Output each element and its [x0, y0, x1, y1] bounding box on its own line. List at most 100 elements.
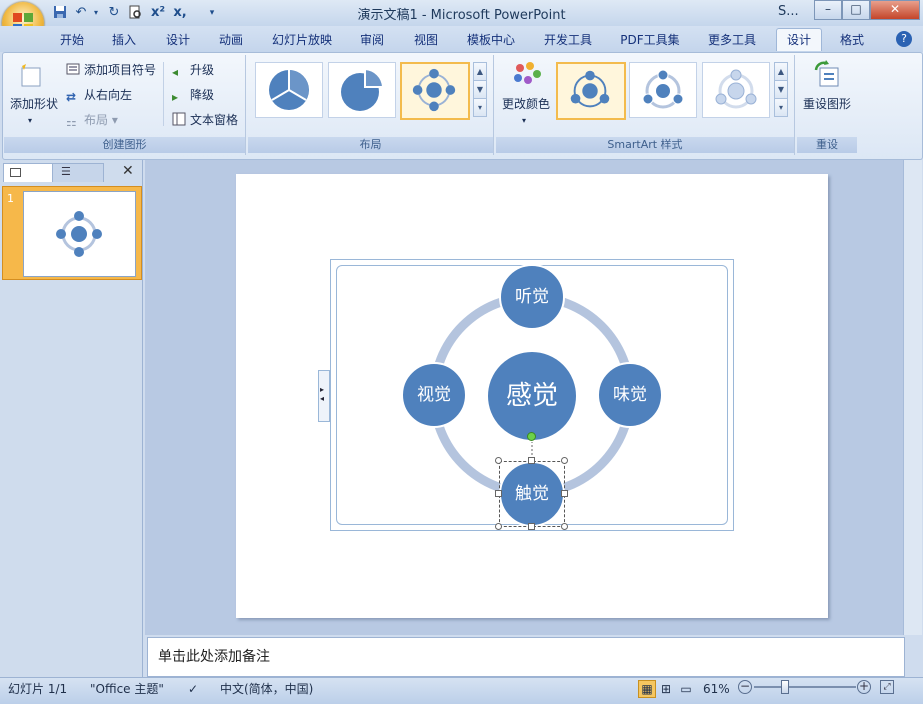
add-shape-icon[interactable] — [18, 62, 48, 92]
reset-graphic-button[interactable]: 重设图形 — [803, 94, 851, 114]
layout-button[interactable]: ⚏ 布局 ▾ — [66, 110, 118, 130]
add-bullet-label: 添加项目符号 — [84, 63, 157, 77]
layout-option-segmented-circle[interactable] — [328, 62, 396, 118]
style-gallery-more-icon[interactable]: ▾ — [774, 98, 788, 117]
redo-icon[interactable]: ↻ — [106, 5, 122, 21]
style-option-subtle[interactable] — [702, 62, 770, 118]
style-option-simple-fill[interactable] — [556, 62, 626, 120]
text-pane-toggle[interactable]: ▸ ◂ — [318, 370, 330, 422]
customize-icon[interactable]: ▾ — [204, 5, 220, 21]
layout-label: 布局 — [84, 113, 109, 127]
tab-pdf-tools[interactable]: PDF工具集 — [614, 30, 686, 50]
add-shape-dropdown-icon[interactable]: ▾ — [28, 111, 32, 131]
fit-to-window-icon[interactable]: ⤢ — [880, 680, 894, 694]
smartart-node-left[interactable]: 视觉 — [401, 362, 467, 428]
resize-handle-ne[interactable] — [561, 457, 568, 464]
tab-smartart-design[interactable]: 设计 — [776, 28, 822, 51]
promote-button[interactable]: ◂ 升级 — [172, 60, 214, 80]
style-gallery-up-icon[interactable]: ▲ — [774, 62, 788, 81]
slides-tab[interactable] — [3, 163, 53, 182]
tab-home[interactable]: 开始 — [52, 30, 92, 50]
layout-gallery-down-icon[interactable]: ▼ — [473, 80, 487, 99]
zoom-out-icon[interactable]: − — [738, 680, 752, 694]
reset-graphic-icon[interactable] — [812, 60, 844, 92]
tab-format[interactable]: 格式 — [832, 30, 872, 50]
group-separator — [163, 62, 164, 126]
slide-sorter-icon[interactable]: ⊞ — [658, 679, 674, 699]
notes-placeholder: 单击此处添加备注 — [158, 649, 270, 665]
swap-arrows-icon: ⇄ — [66, 90, 77, 104]
org-chart-icon: ⚏ — [66, 115, 77, 129]
resize-handle-se[interactable] — [561, 523, 568, 530]
tab-developer[interactable]: 开发工具 — [538, 30, 598, 50]
change-colors-icon[interactable] — [510, 60, 544, 92]
layout-group-label: 布局 — [248, 137, 493, 153]
tab-view[interactable]: 视图 — [406, 30, 446, 50]
outline-icon: ☰ — [61, 165, 71, 178]
add-shape-button[interactable]: 添加形状 — [10, 94, 58, 114]
undo-dropdown-icon[interactable]: ▾ — [88, 5, 104, 21]
zoom-slider-thumb[interactable] — [781, 680, 789, 694]
spellcheck-icon[interactable]: ✓ — [188, 679, 198, 699]
rotation-handle[interactable] — [527, 432, 536, 441]
tab-more-tools[interactable]: 更多工具 — [700, 30, 764, 50]
right-to-left-label: 从右向左 — [84, 88, 133, 102]
close-button[interactable]: ✕ — [870, 0, 920, 20]
promote-label: 升级 — [190, 63, 215, 77]
resize-handle-n[interactable] — [528, 457, 535, 464]
layout-option-cycle-pie[interactable] — [255, 62, 323, 118]
slideshow-view-icon[interactable]: ▭ — [678, 679, 694, 699]
vertical-scrollbar[interactable] — [903, 160, 922, 635]
add-bullet-button[interactable]: 添加项目符号 — [66, 60, 156, 80]
print-preview-icon[interactable] — [127, 5, 143, 21]
slide-thumbnail[interactable] — [23, 191, 136, 277]
language-status: 中文(简体，中国) — [220, 682, 314, 696]
tab-slideshow[interactable]: 幻灯片放映 — [266, 30, 338, 50]
slide-number: 1 — [7, 192, 14, 205]
resize-handle-s[interactable] — [528, 523, 535, 530]
minimize-button[interactable]: – — [814, 0, 842, 20]
slide-count-status: 幻灯片 1/1 — [8, 682, 68, 696]
promote-arrow-icon: ◂ — [172, 65, 179, 79]
style-option-white-outline[interactable] — [629, 62, 697, 118]
resize-handle-w[interactable] — [495, 490, 502, 497]
outline-tab[interactable]: ☰ — [52, 163, 104, 182]
change-colors-dropdown-icon[interactable]: ▾ — [522, 111, 526, 131]
zoom-slider-track[interactable] — [754, 686, 856, 688]
tab-review[interactable]: 审阅 — [352, 30, 392, 50]
slide-view-icon — [10, 168, 21, 177]
format-icon[interactable]: x, — [172, 5, 188, 21]
right-to-left-button[interactable]: ⇄ 从右向左 — [66, 85, 132, 105]
close-panel-icon[interactable]: ✕ — [122, 163, 134, 179]
save-icon[interactable] — [52, 5, 68, 21]
restore-button[interactable]: □ — [842, 0, 870, 20]
demote-button[interactable]: ▸ 降级 — [172, 85, 214, 105]
demote-arrow-icon: ▸ — [172, 90, 179, 104]
layout-gallery-more-icon[interactable]: ▾ — [473, 98, 487, 117]
smartart-styles-group-label: SmartArt 样式 — [496, 137, 794, 153]
zoom-in-icon[interactable]: + — [857, 680, 871, 694]
tab-insert[interactable]: 插入 — [104, 30, 144, 50]
zoom-level[interactable]: 61% — [703, 679, 730, 699]
resize-handle-sw[interactable] — [495, 523, 502, 530]
resize-handle-nw[interactable] — [495, 457, 502, 464]
text-pane-button[interactable]: 文本窗格 — [172, 110, 238, 130]
style-gallery-down-icon[interactable]: ▼ — [774, 80, 788, 99]
smartart-node-right[interactable]: 味觉 — [597, 362, 663, 428]
text-pane-icon — [172, 112, 186, 126]
cut-icon[interactable]: x² — [150, 5, 166, 21]
smartart-node-top[interactable]: 听觉 — [499, 264, 565, 330]
tab-design[interactable]: 设计 — [158, 30, 198, 50]
create-graphic-group-label: 创建图形 — [4, 137, 245, 153]
tab-animation[interactable]: 动画 — [211, 30, 251, 50]
resize-handle-e[interactable] — [561, 490, 568, 497]
normal-view-icon[interactable]: ▦ — [638, 680, 656, 698]
undo-icon[interactable]: ↶ — [73, 5, 89, 21]
theme-status: "Office 主题" — [90, 682, 164, 696]
layout-option-radial-cycle[interactable] — [400, 62, 470, 120]
selection-box — [499, 461, 565, 527]
tab-template-center[interactable]: 模板中心 — [461, 30, 521, 50]
smartart-node-center[interactable]: 感觉 — [486, 350, 578, 442]
layout-gallery-up-icon[interactable]: ▲ — [473, 62, 487, 81]
help-icon[interactable]: ? — [896, 31, 912, 47]
